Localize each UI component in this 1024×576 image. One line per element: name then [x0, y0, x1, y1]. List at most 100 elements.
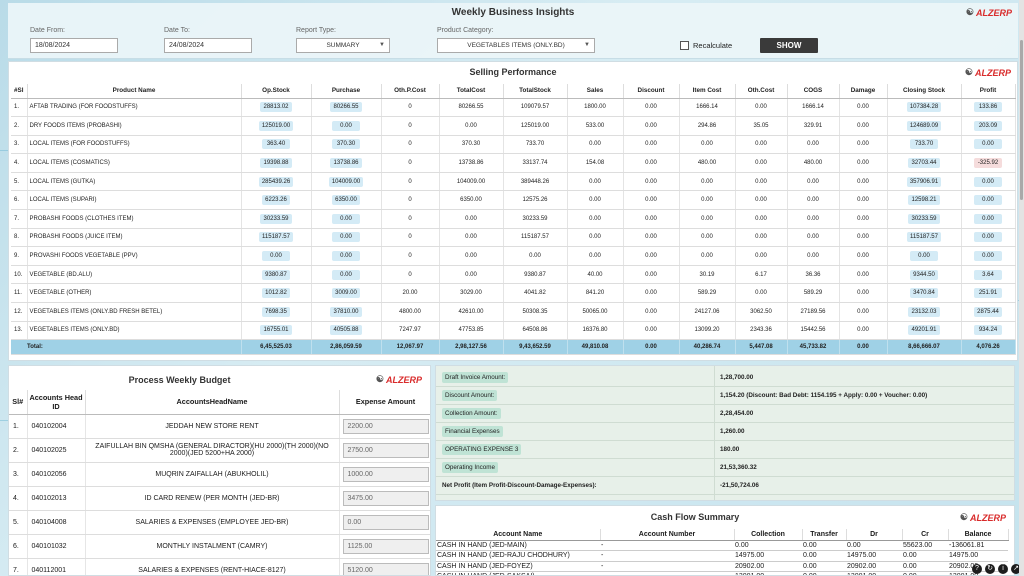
- table-cell: 36.36: [787, 265, 840, 285]
- value-pill: 23132.03: [908, 306, 940, 317]
- help-icon[interactable]: ?: [972, 564, 982, 574]
- table-cell: 7.: [11, 209, 28, 229]
- show-button[interactable]: SHOW: [760, 38, 818, 53]
- summary-row: Net Profit (Item Profit-Discount-Damage-…: [436, 477, 1014, 495]
- table-cell: 3029.00: [439, 283, 504, 304]
- table-cell: 4800.00: [381, 302, 440, 322]
- expense-amount-input[interactable]: 5120.00: [342, 562, 429, 575]
- table-cell: 0.00: [787, 209, 840, 229]
- date-from-input[interactable]: 18/08/2024: [30, 38, 118, 53]
- total-cell: 9,43,652.59: [503, 339, 568, 356]
- selling-performance-panel: Selling Performance ☯ ALZERP #Sl Product …: [8, 61, 1018, 361]
- account-head-name: MUQRIN ZAIFALLAH (ABUKHOLIL): [85, 462, 340, 487]
- table-cell: 154.08: [567, 153, 624, 173]
- table-cell: 0.00: [802, 550, 846, 562]
- table-cell: CASH IN HAND (JED-RAJU CHODHURY): [436, 550, 600, 562]
- column-header: Product Name: [27, 84, 242, 99]
- table-cell: 13.: [11, 321, 28, 341]
- value-pill: 80266.55: [330, 102, 362, 113]
- summary-value: 1,28,700.00: [720, 374, 754, 381]
- expense-amount-input[interactable]: 1125.00: [342, 538, 429, 554]
- table-row: 7. PROBASHI FOODS (CLOTHES ITEM) 30233.59 0…: [11, 209, 1016, 229]
- account-head-id: 040102004: [27, 414, 86, 439]
- column-header: #Sl: [11, 84, 28, 99]
- table-cell: 13001.00: [846, 571, 902, 575]
- table-cell: VEGETABLES ITEMS (ONLY.BD): [27, 321, 242, 341]
- account-head-name: SALARIES & EXPENSES (EMPLOYEE JED-BR): [85, 510, 340, 535]
- table-cell: 2.: [11, 116, 28, 136]
- table-cell: 0.00: [802, 540, 846, 551]
- table-cell: 733.70: [503, 135, 568, 155]
- value-pill: 0.00: [974, 251, 1002, 262]
- table-row: CASH IN HAND (JED-RAJU CHODHURY) -14975.0…: [436, 550, 1008, 562]
- product-category-label: Product Category:: [437, 27, 494, 34]
- table-cell: 0.00: [439, 209, 504, 229]
- info-icon[interactable]: i: [998, 564, 1008, 574]
- date-from-label: Date From:: [30, 27, 66, 34]
- weekly-budget-table: Sl# Accounts Head ID AccountsHeadName Expen…: [9, 390, 430, 575]
- expense-amount-input[interactable]: 2750.00: [342, 442, 429, 458]
- expense-amount-cell: 2200.00: [339, 414, 430, 439]
- table-cell: 203.09: [961, 116, 1016, 136]
- product-category-select[interactable]: VEGETABLES ITEMS (ONLY.BD) ▼: [437, 38, 595, 53]
- logo-mark-icon: ☯: [964, 67, 973, 77]
- table-cell: 0.00: [679, 246, 736, 266]
- table-cell: 40505.88: [311, 321, 382, 341]
- table-cell: 3009.00: [311, 283, 382, 304]
- table-cell: 0.00: [623, 302, 680, 322]
- expense-amount-input[interactable]: 1000.00: [342, 466, 429, 482]
- expense-amount-input[interactable]: 3475.00: [342, 490, 429, 506]
- expense-amount-input[interactable]: 0.00: [342, 514, 429, 530]
- recalculate-label: Recalculate: [693, 41, 733, 50]
- table-cell: 329.91: [787, 116, 840, 136]
- value-pill: 3.64: [974, 269, 1002, 280]
- value-pill: 0.00: [332, 120, 360, 131]
- table-cell: 0.00: [961, 135, 1016, 155]
- refresh-icon[interactable]: ↻: [985, 564, 995, 574]
- summary-label: Financial Expenses: [442, 426, 503, 437]
- column-header: TotalStock: [503, 84, 568, 99]
- account-head-id: 040104008: [27, 510, 86, 535]
- value-pill: 115187.57: [907, 232, 941, 243]
- table-cell: 0.00: [735, 209, 788, 229]
- value-pill: 30233.59: [908, 213, 940, 224]
- expense-amount-input[interactable]: 2200.00: [342, 418, 429, 434]
- table-cell: 28813.02: [241, 98, 312, 118]
- report-type-select[interactable]: SUMMARY ▼: [296, 38, 390, 53]
- row-number: 2.: [9, 438, 28, 463]
- table-cell: 0.00: [679, 190, 736, 211]
- table-cell: 20902.00: [846, 561, 902, 572]
- table-cell: 0.00: [787, 172, 840, 192]
- table-cell: 0.00: [311, 228, 382, 248]
- chevron-down-icon: ▼: [584, 42, 590, 48]
- table-cell: CASH IN HAND (JED-FOYEZ): [436, 561, 600, 572]
- column-header: Transfer: [802, 529, 847, 541]
- table-cell: 0.00: [439, 116, 504, 136]
- date-to-input[interactable]: 24/08/2024: [164, 38, 252, 53]
- account-head-name: ID CARD RENEW (PER MONTH (JED-BR): [85, 486, 340, 511]
- account-head-id: 040102013: [27, 486, 86, 511]
- selling-performance-table: #Sl Product Name Op.Stock Purchase Oth.P.Cos…: [11, 84, 1016, 356]
- table-cell: 27189.56: [787, 302, 840, 322]
- table-cell: 3062.50: [735, 302, 788, 322]
- table-cell: 0.00: [787, 135, 840, 155]
- value-pill: 285439.26: [258, 176, 294, 187]
- table-cell: 5.: [11, 172, 28, 192]
- expense-amount-cell: 3475.00: [339, 486, 430, 511]
- column-header: Closing Stock: [887, 84, 962, 99]
- table-cell: 15442.56: [787, 321, 840, 341]
- value-pill: 7698.35: [262, 306, 290, 317]
- table-cell: -325.92: [961, 153, 1016, 173]
- table-row: CASH IN HAND (JED-MAIN) -0.00 0.00 0.00 5562…: [436, 540, 1008, 551]
- scrollbar-thumb[interactable]: [1020, 40, 1023, 200]
- table-cell: 0.00: [623, 135, 680, 155]
- column-header: Oth.P.Cost: [381, 84, 440, 99]
- table-cell: 35.05: [735, 116, 788, 136]
- column-header: Balance: [948, 529, 1009, 541]
- recalculate-checkbox[interactable]: [680, 41, 689, 50]
- page-scrollbar[interactable]: [1019, 0, 1024, 576]
- table-cell: 9380.87: [503, 265, 568, 285]
- column-header: Oth.Cost: [735, 84, 788, 99]
- table-cell: 0.00: [735, 135, 788, 155]
- table-cell: 115187.57: [887, 228, 962, 248]
